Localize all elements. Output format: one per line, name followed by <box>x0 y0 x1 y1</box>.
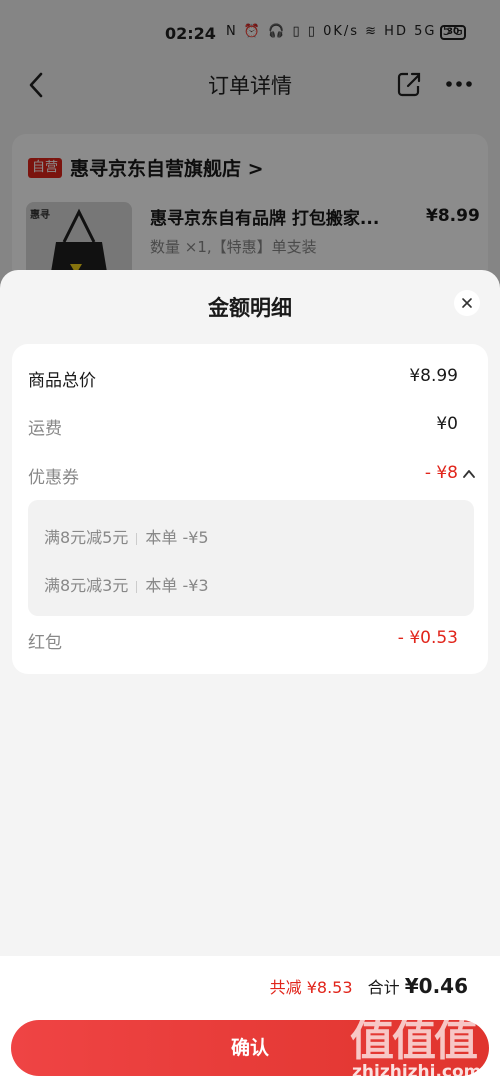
coupon-item: 满8元减5元 本单 -¥5 <box>44 524 209 548</box>
close-icon <box>462 298 472 308</box>
footer-bar: 共减 ¥8.53 合计 ¥0.46 确认 <box>0 956 500 1085</box>
coupon-item-name: 满8元减3元 <box>44 576 129 595</box>
sheet-title: 金额明细 <box>208 296 292 320</box>
coupon-label: 优惠券 <box>28 468 79 488</box>
shipping-value: ¥0 <box>436 414 458 434</box>
divider <box>136 532 138 545</box>
chevron-up-icon[interactable] <box>462 467 476 481</box>
confirm-button[interactable]: 确认 <box>11 1020 489 1076</box>
row-coupon[interactable]: 优惠券 - ¥8 <box>12 455 488 495</box>
total-discount: 共减 ¥8.53 <box>269 978 353 997</box>
coupon-value: - ¥8 <box>424 463 458 483</box>
red-packet-value: - ¥0.53 <box>397 628 458 648</box>
goods-total-label: 商品总价 <box>28 371 96 391</box>
shipping-label: 运费 <box>28 419 62 439</box>
coupon-item-detail: 本单 -¥3 <box>145 576 209 595</box>
coupon-item-detail: 本单 -¥5 <box>145 528 209 547</box>
sum-value: ¥0.46 <box>404 974 468 998</box>
row-shipping: 运费 ¥0 <box>12 406 488 446</box>
goods-total-value: ¥8.99 <box>409 366 458 386</box>
sum-label: 合计 <box>367 978 400 997</box>
coupon-item-name: 满8元减5元 <box>44 528 129 547</box>
row-red-packet: 红包 - ¥0.53 <box>12 620 488 660</box>
row-goods-total: 商品总价 ¥8.99 <box>12 358 488 398</box>
coupon-breakdown: 满8元减5元 本单 -¥5 满8元减3元 本单 -¥3 <box>28 500 474 616</box>
dim-overlay[interactable] <box>0 0 500 300</box>
red-packet-label: 红包 <box>28 633 62 653</box>
amount-detail-card: 商品总价 ¥8.99 运费 ¥0 优惠券 - ¥8 满8元减5元 本单 -¥5 满… <box>12 344 488 674</box>
coupon-item: 满8元减3元 本单 -¥3 <box>44 572 209 596</box>
divider <box>136 580 138 593</box>
total-summary: 共减 ¥8.53 合计 ¥0.46 <box>270 974 468 998</box>
close-button[interactable] <box>454 290 480 316</box>
